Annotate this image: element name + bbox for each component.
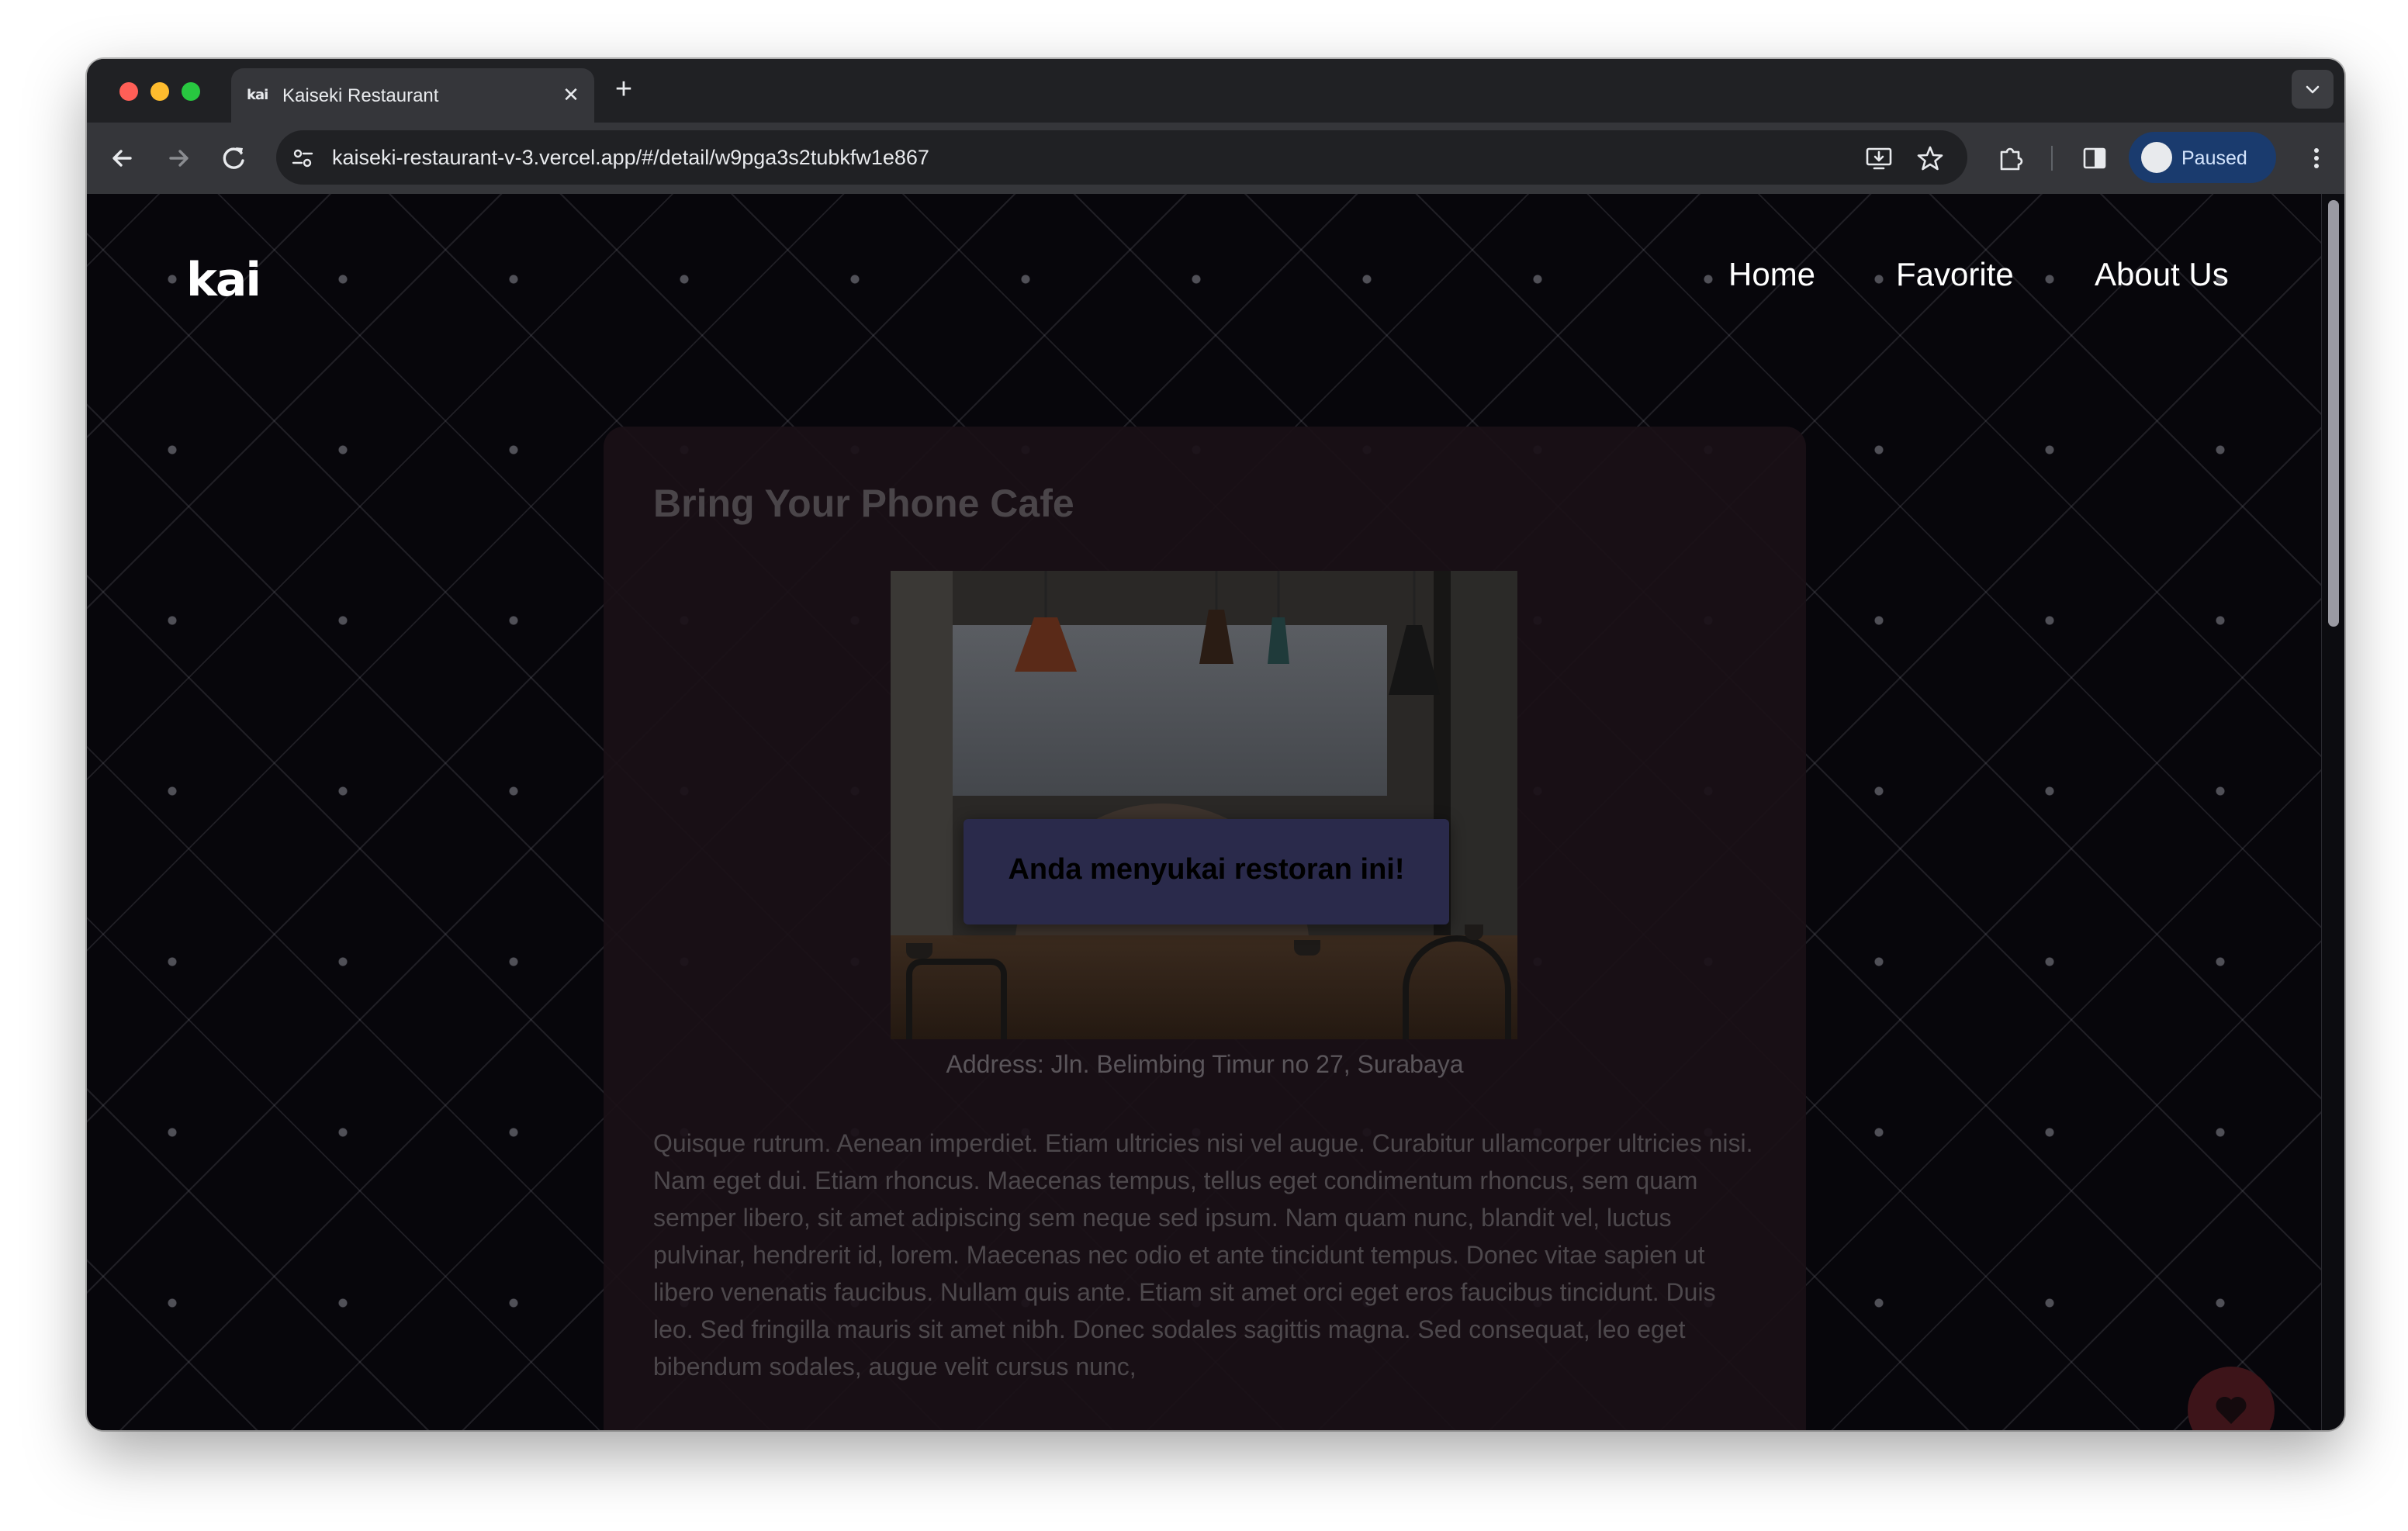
tab-favicon-icon: kai [247,87,268,103]
nav-about-link[interactable]: About Us [2095,256,2229,293]
toolbar-divider [2051,146,2053,171]
image-chair [906,959,1007,1039]
profile-button[interactable]: Paused [2129,132,2276,183]
restaurant-description: Quisque rutrum. Aenean imperdiet. Etiam … [653,1129,1753,1381]
pendant-lamp [1199,571,1233,664]
scrollbar-thumb[interactable] [2328,200,2339,627]
bookmark-star-icon[interactable] [1916,144,1944,172]
pendant-lamp [1389,571,1440,695]
avatar [2141,142,2172,173]
nav-favorite-link[interactable]: Favorite [1896,256,2014,293]
chevron-down-icon [2306,85,2320,94]
arrow-right-icon [169,150,189,167]
page-viewport: kai Home Favorite About Us Bring Your Ph… [87,194,2344,1430]
tab-strip: kai Kaiseki Restaurant ✕ + [87,59,2344,123]
forward-button[interactable] [161,141,195,175]
restaurant-name: Bring Your Phone Cafe [653,482,1074,525]
pendant-lamp [1268,571,1289,664]
toast-message: Anda menyukai restoran ini! [1008,853,1405,886]
site-logo[interactable]: kai [186,253,261,307]
reload-icon [223,147,244,169]
image-cup [1294,940,1320,956]
browser-tab[interactable]: kai Kaiseki Restaurant ✕ [231,68,594,123]
image-chair [1403,935,1511,1039]
close-tab-icon[interactable]: ✕ [559,82,583,107]
back-button[interactable] [106,141,140,175]
favorite-button[interactable] [2188,1367,2275,1430]
more-menu-icon[interactable] [2301,143,2332,174]
reload-button[interactable] [217,141,251,175]
site-settings-icon[interactable] [290,146,315,171]
nav-home-link[interactable]: Home [1728,256,1815,293]
install-app-icon[interactable] [1865,144,1893,172]
extensions-puzzle-icon[interactable] [1995,143,2026,174]
close-window-button[interactable] [119,82,138,101]
restaurant-address: Address: Jln. Belimbing Timur no 27, Sur… [946,1050,1464,1078]
page-scrollbar[interactable] [2321,194,2344,1430]
restaurant-detail-card: Bring Your Phone Cafe Address: Jln. Beli… [604,427,1806,1430]
url-text[interactable]: kaiseki-restaurant-v-3.vercel.app/#/deta… [332,146,929,170]
favorite-toast: Anda menyukai restoran ini! [964,819,1449,924]
browser-toolbar: kaiseki-restaurant-v-3.vercel.app/#/deta… [87,123,2344,194]
tab-title: Kaiseki Restaurant [282,85,439,106]
arrow-left-icon [112,150,132,167]
minimize-window-button[interactable] [150,82,169,101]
browser-window: kai Kaiseki Restaurant ✕ + kaiseki-resta… [87,59,2344,1430]
restaurant-image [891,571,1517,1039]
tab-search-button[interactable] [2292,70,2334,109]
side-panel-icon[interactable] [2079,143,2110,174]
image-cup [1465,924,1483,940]
maximize-window-button[interactable] [182,82,200,101]
new-tab-button[interactable]: + [608,74,639,105]
image-cup [906,943,932,959]
address-bar[interactable]: kaiseki-restaurant-v-3.vercel.app/#/deta… [276,130,1967,185]
pendant-lamp [1015,571,1077,672]
heart-icon [2216,1396,2247,1424]
profile-status-label: Paused [2181,147,2247,169]
